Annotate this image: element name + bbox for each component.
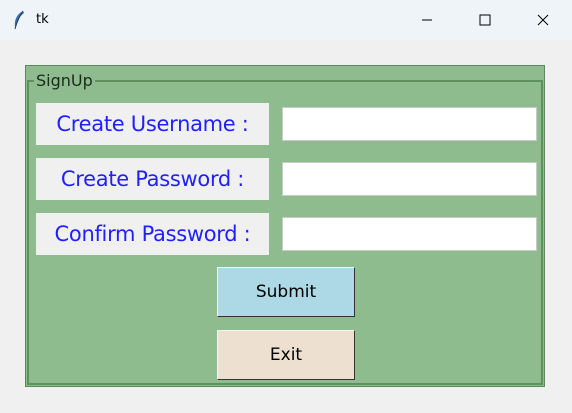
close-button[interactable] [514, 0, 572, 40]
minimize-button[interactable] [398, 0, 456, 40]
submit-button[interactable]: Submit [217, 267, 355, 317]
exit-button[interactable]: Exit [217, 330, 355, 380]
maximize-button[interactable] [456, 0, 514, 40]
confirm-password-input[interactable] [282, 217, 537, 251]
confirm-password-label: Confirm Password : [36, 213, 269, 255]
feather-icon [11, 10, 27, 30]
close-icon [537, 11, 549, 30]
create-password-input[interactable] [282, 162, 537, 196]
create-username-input[interactable] [282, 107, 537, 141]
title-bar: tk [0, 0, 572, 40]
window-title: tk [36, 12, 49, 27]
maximize-icon [479, 11, 491, 30]
create-username-label: Create Username : [36, 103, 269, 145]
create-password-label: Create Password : [36, 158, 269, 200]
signup-legend: SignUp [34, 71, 95, 90]
minimize-icon [421, 11, 433, 30]
